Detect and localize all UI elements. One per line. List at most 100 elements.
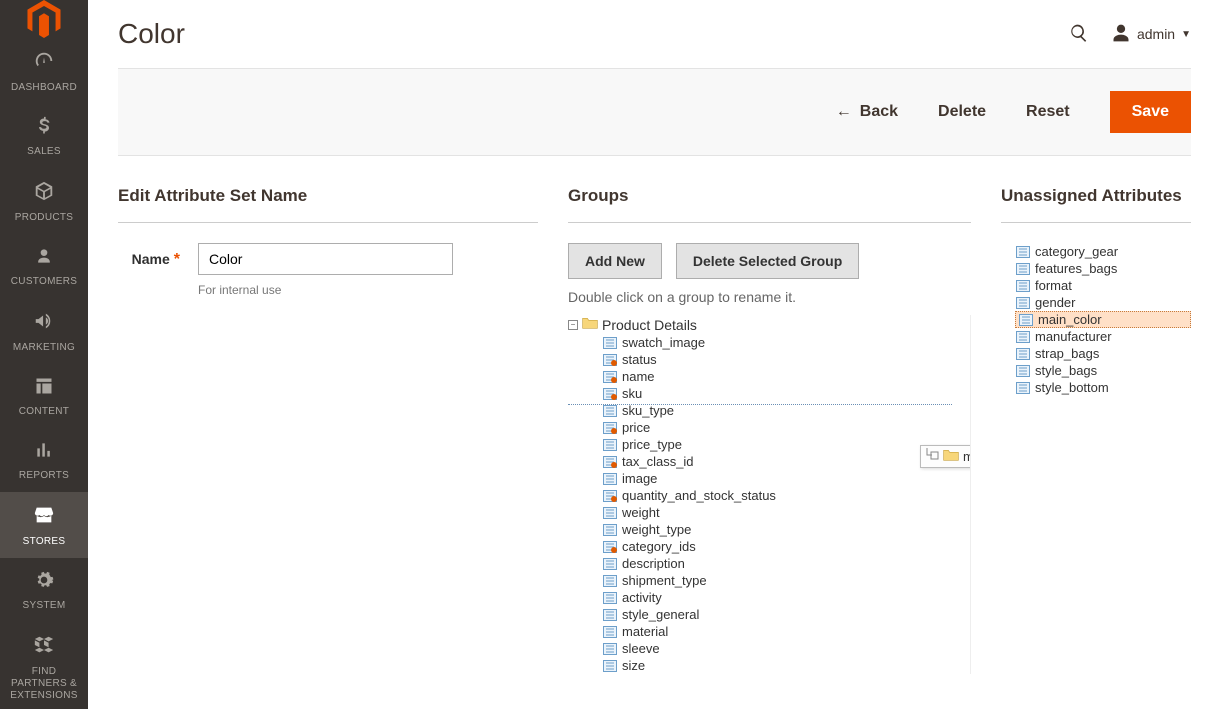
name-label: Name* (118, 243, 198, 269)
attribute-item[interactable]: description (602, 555, 960, 572)
attribute-label: price (622, 420, 650, 435)
attribute-item[interactable]: activity (602, 589, 960, 606)
attribute-item[interactable]: price (602, 419, 960, 436)
unassigned-attribute-item[interactable]: style_bottom (1015, 379, 1191, 396)
attribute-label: sku_type (622, 403, 674, 418)
unassigned-list[interactable]: category_gearfeatures_bagsformatgenderma… (1001, 243, 1191, 396)
attribute-item[interactable]: swatch_image (602, 334, 960, 351)
save-button[interactable]: Save (1110, 91, 1191, 133)
attribute-icon (602, 608, 618, 622)
person-icon (34, 246, 54, 272)
nav-label: SALES (27, 146, 61, 158)
attribute-icon (1015, 330, 1031, 344)
attribute-icon (602, 625, 618, 639)
attribute-item[interactable]: sku (602, 385, 960, 402)
unassigned-attribute-item[interactable]: strap_bags (1015, 345, 1191, 362)
add-new-group-button[interactable]: Add New (568, 243, 662, 279)
delete-selected-group-button[interactable]: Delete Selected Group (676, 243, 859, 279)
attribute-icon-locked (602, 421, 618, 435)
tree-folder[interactable]: − Product Details (568, 315, 960, 334)
attribute-item[interactable]: tax_class_id (602, 453, 960, 470)
unassigned-attribute-item[interactable]: style_bags (1015, 362, 1191, 379)
arrow-left-icon: ← (836, 103, 852, 121)
name-input[interactable] (198, 243, 453, 275)
main-content: Color admin ▼ ← Back Delete Reset Save E… (88, 0, 1221, 709)
attribute-label: features_bags (1035, 261, 1117, 276)
attribute-item[interactable]: weight (602, 504, 960, 521)
back-button[interactable]: ← Back (836, 103, 898, 121)
bars-icon (34, 440, 54, 466)
attribute-item[interactable]: image (602, 470, 960, 487)
attribute-label: format (1035, 278, 1072, 293)
attribute-item[interactable]: shipment_type (602, 572, 960, 589)
unassigned-attribute-item[interactable]: format (1015, 277, 1191, 294)
dollar-icon (34, 116, 54, 142)
attribute-label: activity (622, 590, 662, 605)
nav-label: FIND PARTNERS & EXTENSIONS (4, 666, 84, 702)
nav-item-marketing[interactable]: MARKETING (0, 298, 88, 364)
edit-name-panel: Edit Attribute Set Name Name* For intern… (118, 186, 538, 674)
storefront-icon (33, 504, 55, 532)
attribute-icon (602, 642, 618, 656)
collapse-icon[interactable]: − (568, 320, 578, 330)
attribute-label: style_bags (1035, 363, 1097, 378)
user-icon (1111, 23, 1131, 46)
groups-tree[interactable]: − Product Details swatch_imagestatusname… (568, 315, 971, 674)
attribute-label: size (622, 658, 645, 673)
attribute-icon (602, 574, 618, 588)
nav-label: STORES (23, 536, 66, 548)
unassigned-attribute-item[interactable]: features_bags (1015, 260, 1191, 277)
nav-item-content[interactable]: CONTENT (0, 364, 88, 428)
nav-item-partners[interactable]: FIND PARTNERS & EXTENSIONS (0, 622, 88, 712)
chevron-down-icon: ▼ (1181, 29, 1191, 40)
attribute-label: sleeve (622, 641, 660, 656)
attribute-icon (1015, 245, 1031, 259)
box-icon (33, 180, 55, 208)
attribute-icon-locked (602, 353, 618, 367)
nav-item-customers[interactable]: CUSTOMERS (0, 234, 88, 298)
action-bar: ← Back Delete Reset Save (118, 69, 1191, 156)
attribute-item[interactable]: sleeve (602, 640, 960, 657)
attribute-icon (602, 404, 618, 418)
nav-item-system[interactable]: SYSTEM (0, 558, 88, 622)
delete-button[interactable]: Delete (938, 103, 986, 121)
attribute-item[interactable]: quantity_and_stock_status (602, 487, 960, 504)
reset-button[interactable]: Reset (1026, 103, 1070, 121)
attribute-item[interactable]: category_ids (602, 538, 960, 555)
nav-item-sales[interactable]: SALES (0, 104, 88, 168)
nav-label: PRODUCTS (15, 212, 74, 224)
attribute-item[interactable]: status (602, 351, 960, 368)
nav-item-stores[interactable]: STORES (0, 492, 88, 558)
unassigned-attribute-item[interactable]: category_gear (1015, 243, 1191, 260)
nav-item-products[interactable]: PRODUCTS (0, 168, 88, 234)
attribute-icon (1015, 279, 1031, 293)
attribute-icon-locked (602, 489, 618, 503)
attribute-label: shipment_type (622, 573, 707, 588)
attribute-item[interactable]: price_type (602, 436, 960, 453)
attribute-item[interactable]: weight_type (602, 521, 960, 538)
drop-indicator (568, 404, 952, 405)
attribute-label: main_color (1038, 312, 1102, 327)
magento-logo[interactable] (0, 0, 88, 38)
attribute-item[interactable]: style_general (602, 606, 960, 623)
name-note: For internal use (198, 283, 453, 297)
gauge-icon (33, 50, 55, 78)
attribute-item[interactable]: size (602, 657, 960, 674)
unassigned-attribute-item[interactable]: manufacturer (1015, 328, 1191, 345)
nav-item-dashboard[interactable]: DASHBOARD (0, 38, 88, 104)
layout-icon (34, 376, 54, 402)
attribute-label: tax_class_id (622, 454, 694, 469)
unassigned-attribute-item[interactable]: gender (1015, 294, 1191, 311)
attribute-item[interactable]: material (602, 623, 960, 640)
unassigned-title: Unassigned Attributes (1001, 186, 1191, 223)
unassigned-panel: Unassigned Attributes category_gearfeatu… (1001, 186, 1191, 674)
attribute-label: style_general (622, 607, 699, 622)
account-menu[interactable]: admin ▼ (1111, 23, 1191, 46)
attribute-item[interactable]: name (602, 368, 960, 385)
groups-hint: Double click on a group to rename it. (568, 289, 971, 305)
unassigned-attribute-item[interactable]: main_color (1015, 311, 1191, 328)
attribute-icon (602, 472, 618, 486)
search-icon[interactable] (1069, 23, 1089, 46)
attribute-icon-locked (602, 540, 618, 554)
nav-item-reports[interactable]: REPORTS (0, 428, 88, 492)
